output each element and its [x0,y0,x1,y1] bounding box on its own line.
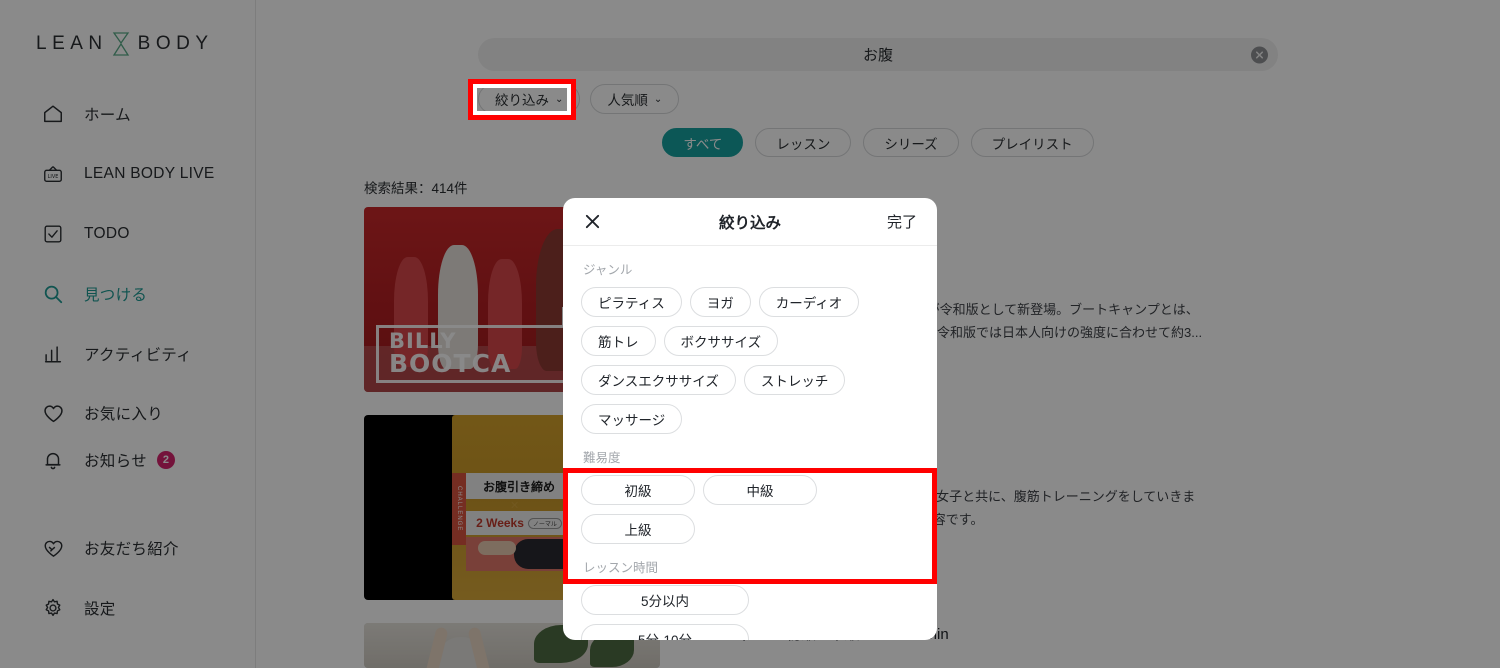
chip-5-10min[interactable]: 5分-10分 [581,624,749,640]
chip-pilates[interactable]: ピラティス [581,287,682,317]
chip-yoga[interactable]: ヨガ [689,287,751,317]
app-root: LEAN BODY ホーム LIVE LEAN BODY LIVE TODO 見… [0,0,1500,668]
lesson-time-chip-group: 5分以内 5分-10分 10分-30分 30分以上 [581,585,919,640]
modal-title: 絞り込み [718,214,781,232]
chip-strength[interactable]: 筋トレ [581,326,656,356]
modal-done-button[interactable]: 完了 [887,211,917,232]
section-label: ジャンル [583,263,633,277]
chip-boxercise[interactable]: ボクササイズ [663,326,779,356]
chip-advanced[interactable]: 上級 [581,514,695,544]
chip-cardio[interactable]: カーディオ [758,287,860,317]
section-label: レッスン時間 [583,561,659,575]
close-icon[interactable] [583,212,602,231]
section-difficulty: 難易度 初級 中級 上級 [563,447,937,544]
section-label: 難易度 [583,451,621,465]
chip-massage[interactable]: マッサージ [581,404,683,434]
genre-chip-group: ピラティス ヨガ カーディオ 筋トレ ボクササイズ ダンスエクササイズ ストレッ… [581,287,919,434]
section-lesson-time: レッスン時間 5分以内 5分-10分 10分-30分 30分以上 [563,557,937,640]
chip-stretch[interactable]: ストレッチ [743,365,846,395]
chip-intermediate[interactable]: 中級 [703,475,817,505]
modal-header: 絞り込み 完了 [563,198,937,246]
filter-modal: 絞り込み 完了 ジャンル ピラティス ヨガ カーディオ 筋トレ ボクササイズ ダ… [563,198,937,640]
chip-dance-exercise[interactable]: ダンスエクササイズ [581,365,736,395]
difficulty-chip-group: 初級 中級 上級 [581,475,919,544]
chip-beginner[interactable]: 初級 [581,475,695,505]
section-genre: ジャンル ピラティス ヨガ カーディオ 筋トレ ボクササイズ ダンスエクササイズ… [563,259,937,434]
chip-under-5min[interactable]: 5分以内 [581,585,749,615]
